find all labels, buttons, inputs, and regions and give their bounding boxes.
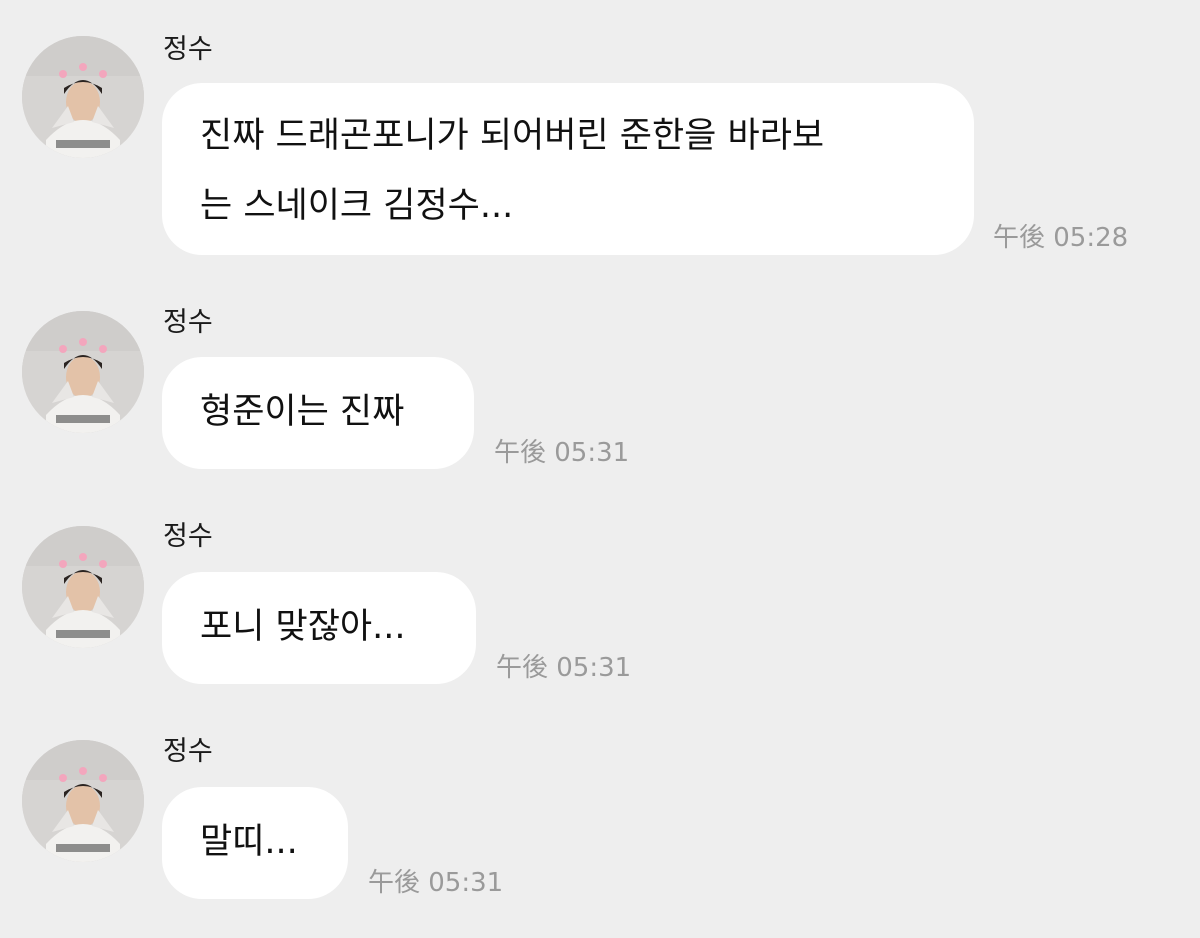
message-text-line: 말띠... <box>200 822 298 862</box>
message-bubble[interactable]: 진짜 드래곤포니가 되어버린 준한을 바라보 는 스네이크 김정수... <box>162 83 974 255</box>
message-timestamp: 午後 05:31 <box>494 438 630 468</box>
avatar[interactable] <box>22 740 144 862</box>
message-text-line: 는 스네이크 김정수... <box>200 186 514 226</box>
message-timestamp: 午後 05:31 <box>496 653 632 683</box>
avatar[interactable] <box>22 526 144 648</box>
message-text-line: 진짜 드래곤포니가 되어버린 준한을 바라보 <box>200 116 825 156</box>
message-bubble[interactable]: 말띠... <box>162 787 348 899</box>
message-timestamp: 午後 05:28 <box>993 223 1129 253</box>
sender-name: 정수 <box>163 34 213 65</box>
avatar[interactable] <box>22 36 144 158</box>
message-text-line: 형준이는 진짜 <box>200 392 405 432</box>
sender-name: 정수 <box>163 736 213 767</box>
avatar[interactable] <box>22 311 144 433</box>
message-timestamp: 午後 05:31 <box>368 868 504 898</box>
message-text-line: 포니 맞잖아... <box>200 607 406 647</box>
sender-name: 정수 <box>163 307 213 338</box>
message-bubble[interactable]: 포니 맞잖아... <box>162 572 476 684</box>
sender-name: 정수 <box>163 521 213 552</box>
message-bubble[interactable]: 형준이는 진짜 <box>162 357 474 469</box>
